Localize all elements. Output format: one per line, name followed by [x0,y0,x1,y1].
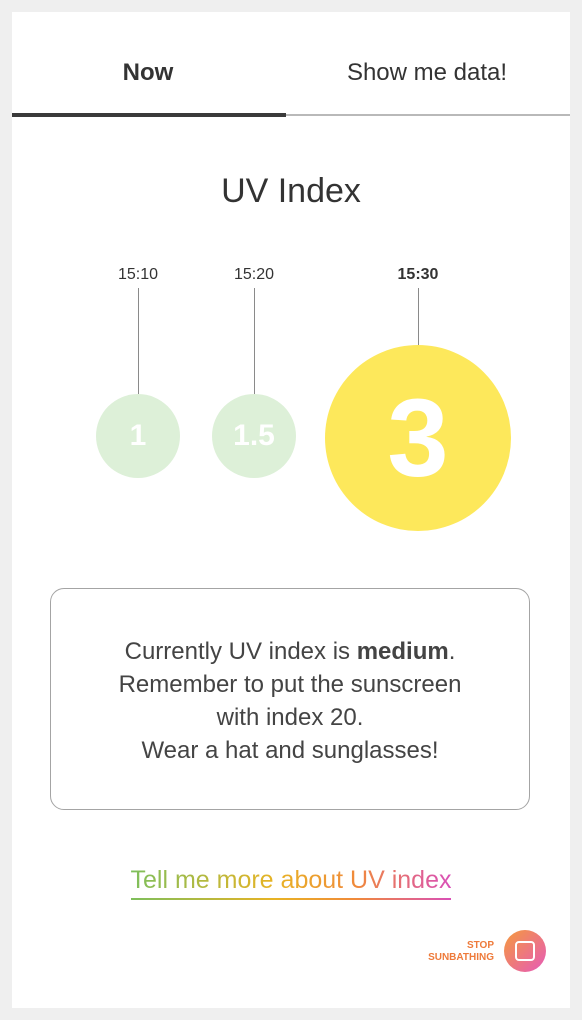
advice-line-4: Wear a hat and sunglasses! [141,737,439,764]
uv-bubble-current[interactable]: 3 [325,345,511,531]
stop-square-icon [515,941,535,961]
page-title: UV Index [221,172,361,210]
tab-now[interactable]: Now [12,58,284,88]
advice-period: . [448,638,456,665]
reading-time-1: 15:10 [117,266,159,283]
uv-bubble-1[interactable]: 1 [96,394,180,478]
uv-advice-box: Currently UV index is medium. Remember t… [50,588,530,810]
tab-show-data[interactable]: Show me data! [284,58,570,88]
learn-more-link[interactable]: Tell me more about UV index [12,866,570,900]
advice-prefix: Currently UV index is [124,638,357,665]
stop-sunbathing-button[interactable] [504,930,546,972]
uv-level: medium [356,638,449,665]
reading-stem-1 [138,288,139,394]
uv-bubble-2[interactable]: 1.5 [212,394,296,478]
reading-time-current: 15:30 [397,266,439,283]
tab-bar: Now Show me data! [12,12,570,117]
learn-more-link-text[interactable]: Tell me more about UV index [130,866,452,900]
advice-line-2: Remember to put the sunscreen [118,671,462,698]
advice-line-3: with index 20. [216,704,364,731]
reading-stem-current [418,288,419,346]
reading-stem-2 [254,288,255,394]
reading-time-2: 15:20 [233,266,275,283]
stop-sunbathing-label: STOP SUNBATHING [428,940,494,964]
stop-label-line-2: SUNBATHING [428,952,494,963]
uv-advice-text: Currently UV index is medium. Remember t… [51,635,529,767]
app-card: Now Show me data! UV Index 15:10 1 15:20… [12,12,570,1008]
tab-active-indicator [12,113,286,117]
stop-label-line-1: STOP [466,940,494,951]
